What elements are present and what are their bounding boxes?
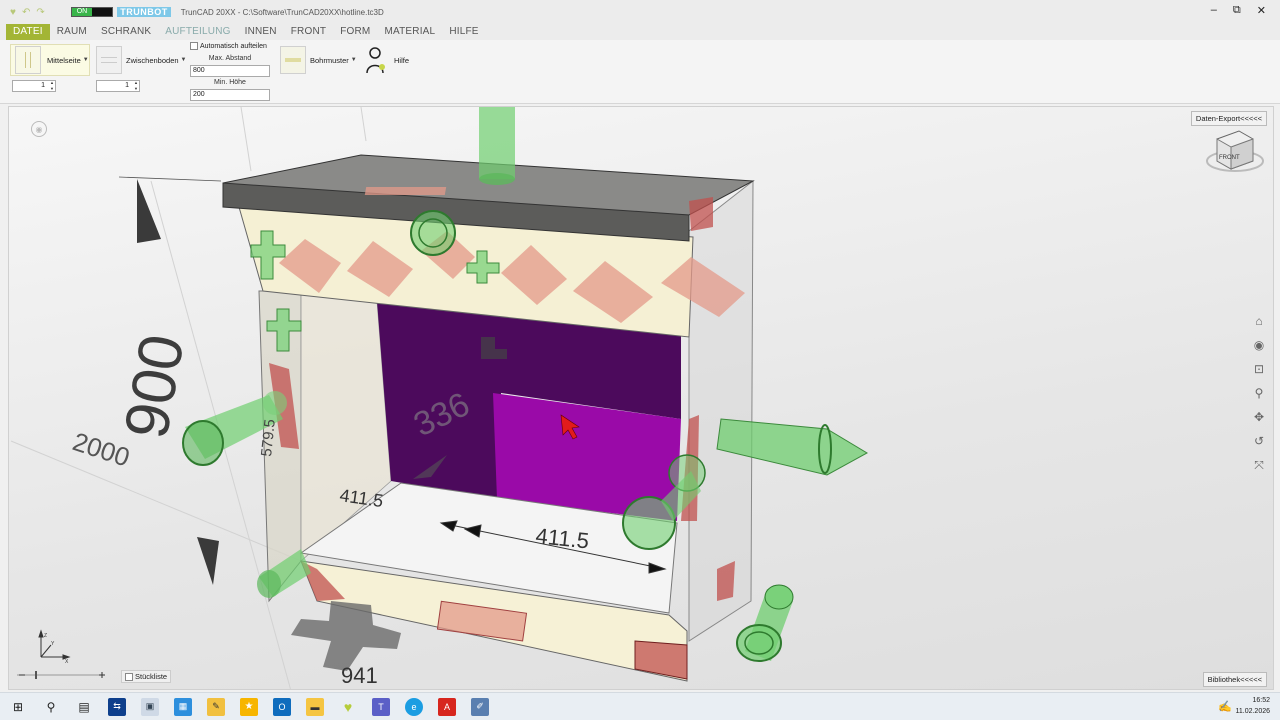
svg-text:Y: Y xyxy=(51,641,55,647)
truncad2-icon[interactable]: ✐ xyxy=(471,697,489,716)
view-cube-face[interactable]: FRONT xyxy=(1219,155,1240,161)
minimize-button[interactable]: – xyxy=(1211,4,1217,17)
min-hoehe-input[interactable]: 200 xyxy=(190,89,270,101)
teams-icon[interactable]: T xyxy=(372,697,390,716)
navigation-toolbar: ⌂ ◉ ⊡ ⚲ ✥ ↺ ⤧ xyxy=(1251,313,1267,473)
app2-icon[interactable]: ✎ xyxy=(207,697,225,716)
help-person-icon xyxy=(366,47,385,74)
mittelseite-count-stepper[interactable]: 1 xyxy=(12,80,56,92)
teamviewer-icon[interactable]: ⇆ xyxy=(108,697,126,716)
ribbon: Mittelseite ▼ 1 Zwischenboden ▼ 1 Automa… xyxy=(0,40,1280,104)
tab-material[interactable]: MATERIAL xyxy=(377,24,442,40)
outlook-icon[interactable]: O xyxy=(273,697,291,716)
brand-label: TRUNBOT xyxy=(117,7,171,17)
restore-button[interactable]: ⧉ xyxy=(1233,4,1241,17)
undo-icon[interactable]: ↶ xyxy=(22,7,30,18)
hilfe-button[interactable]: Hilfe xyxy=(364,44,409,76)
mittelseite-label: Mittelseite xyxy=(47,55,81,65)
pen-tray-icon[interactable]: ✍ xyxy=(1218,700,1232,713)
toggle-off-segment xyxy=(92,8,113,16)
zwischenboden-icon xyxy=(96,46,122,74)
hilfe-label: Hilfe xyxy=(394,55,410,65)
visibility-toggle-icon[interactable]: ◉ xyxy=(31,121,47,137)
cabinet-3d-scene[interactable]: 900 2000 579.5 411.5 411.5 336 941 Z Y X… xyxy=(9,107,1274,690)
redo-icon[interactable]: ↷ xyxy=(36,7,44,18)
3d-viewport[interactable]: 900 2000 579.5 411.5 411.5 336 941 Z Y X… xyxy=(8,106,1274,690)
view-cube[interactable]: FRONT xyxy=(1206,130,1264,172)
gizmo-rotate-handle[interactable] xyxy=(410,210,456,256)
truncad-window: ♥ ↶ ↷ ON TRUNBOT TrunCAD 20XX - C:\Softw… xyxy=(0,0,1280,720)
max-abstand-label: Max. Abstand xyxy=(208,55,252,62)
tab-innen[interactable]: INNEN xyxy=(238,24,284,40)
auto-split-checkbox[interactable] xyxy=(190,42,198,50)
gizmo-top-axis[interactable] xyxy=(479,107,515,179)
windows-taskbar: ⊞ ⚲ ▤ ⇆ ▣ ▦ ✎ ★ O ▬ ♥ T e A ✐ ✍ 16:52 11… xyxy=(0,692,1280,720)
pan-icon[interactable]: ✥ xyxy=(1251,409,1267,425)
zoom-icon[interactable]: ⚲ xyxy=(1251,385,1267,401)
search-icon[interactable]: ⚲ xyxy=(42,698,60,716)
dim-arrow-bottom xyxy=(197,537,219,585)
window-title: TrunCAD 20XX - C:\Software\TrunCAD20XX\h… xyxy=(180,7,384,17)
tab-front[interactable]: FRONT xyxy=(284,24,333,40)
mittelseite-icon xyxy=(15,46,41,74)
title-bar: ♥ ↶ ↷ ON TRUNBOT TrunCAD 20XX - C:\Softw… xyxy=(0,0,1280,24)
windows-start-icon[interactable]: ⊞ xyxy=(9,698,27,716)
library-button[interactable]: Bibliothek<<<<< xyxy=(1202,672,1267,687)
data-export-button[interactable]: Daten-Export<<<<< xyxy=(1190,111,1267,126)
auto-split-option[interactable]: Automatisch aufteilen xyxy=(190,42,267,50)
zoom-slider[interactable] xyxy=(15,671,107,679)
chevron-down-icon[interactable]: ▼ xyxy=(351,57,357,63)
bohrmuster-button[interactable]: Bohrmuster ▼ xyxy=(280,44,357,76)
clock-time: 16:52 xyxy=(1252,697,1270,704)
window-controls: – ⧉ ✕ xyxy=(1211,4,1266,17)
quick-access-toolbar: ♥ ↶ ↷ xyxy=(10,7,45,18)
dim-arrow-top xyxy=(137,179,161,243)
dim-bottom-partial-label: 941 xyxy=(341,663,378,688)
svg-text:X: X xyxy=(65,659,69,665)
svg-text:Z: Z xyxy=(44,633,47,639)
tab-raum[interactable]: RAUM xyxy=(50,24,94,40)
dim-height-label: 900 xyxy=(112,330,198,444)
chevron-down-icon[interactable]: ▼ xyxy=(83,57,89,63)
explorer-icon[interactable]: ▬ xyxy=(306,697,324,716)
bohrmuster-icon xyxy=(280,46,306,74)
auto-split-label: Automatisch aufteilen xyxy=(200,42,267,50)
zoom-window-icon[interactable]: ⊡ xyxy=(1251,361,1267,377)
fit-all-icon[interactable]: ⤧ xyxy=(1251,457,1267,473)
parts-list-toggle[interactable]: Stückliste xyxy=(121,670,172,683)
rotate-icon[interactable]: ↺ xyxy=(1251,433,1267,449)
tab-schrank[interactable]: SCHRANK xyxy=(94,24,158,40)
acrobat-icon[interactable]: A xyxy=(438,697,456,716)
on-off-toggle[interactable]: ON xyxy=(70,7,114,17)
tab-form[interactable]: FORM xyxy=(333,24,377,40)
edge-icon[interactable]: e xyxy=(405,697,423,716)
axis-indicator: Z Y X xyxy=(38,629,71,665)
mittelseite-button[interactable]: Mittelseite ▼ xyxy=(10,44,90,76)
zwischenboden-label: Zwischenboden xyxy=(126,55,179,65)
truncad-icon[interactable]: ♥ xyxy=(339,698,357,716)
star-icon[interactable]: ★ xyxy=(240,697,258,716)
calculator-icon[interactable]: ▦ xyxy=(174,697,192,716)
orbit-icon[interactable]: ◉ xyxy=(1251,337,1267,353)
max-abstand-input[interactable]: 800 xyxy=(190,65,270,77)
task-view-icon[interactable]: ▤ xyxy=(75,698,93,716)
toggle-on-label: ON xyxy=(71,8,93,16)
chevron-down-icon[interactable]: ▼ xyxy=(181,57,187,63)
tab-aufteilung[interactable]: AUFTEILUNG xyxy=(158,24,237,40)
app-logo-icon[interactable]: ♥ xyxy=(10,7,16,18)
parts-list-checkbox[interactable] xyxy=(125,672,133,681)
menu-tabs: DATEI RAUM SCHRANK AUFTEILUNG INNEN FRON… xyxy=(0,24,1280,40)
parts-list-label: Stückliste xyxy=(135,672,168,681)
close-button[interactable]: ✕ xyxy=(1257,4,1266,17)
system-clock[interactable]: 16:52 11.02.2026 xyxy=(1235,695,1270,717)
zwischenboden-button[interactable]: Zwischenboden ▼ xyxy=(96,44,187,76)
home-icon[interactable]: ⌂ xyxy=(1251,313,1267,329)
zwischenboden-count-stepper[interactable]: 1 xyxy=(96,80,140,92)
clock-date: 11.02.2026 xyxy=(1235,708,1270,715)
tab-datei[interactable]: DATEI xyxy=(6,24,50,40)
tab-hilfe[interactable]: HILFE xyxy=(442,24,485,40)
min-hoehe-label: Min. Höhe xyxy=(214,79,246,86)
bohrmuster-label: Bohrmuster xyxy=(310,55,349,65)
app-icon[interactable]: ▣ xyxy=(141,697,159,716)
